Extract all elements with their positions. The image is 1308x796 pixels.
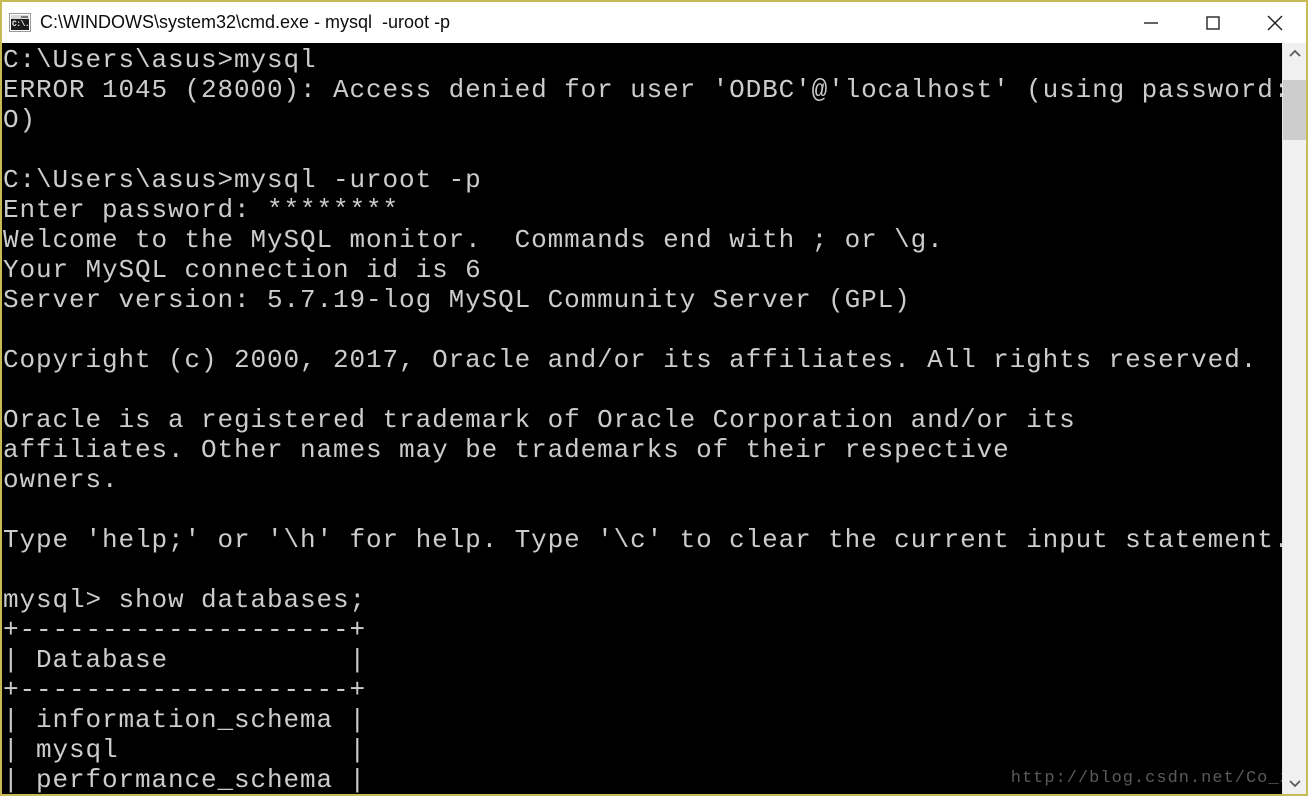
console-line: C:\Users\asus>mysql -uroot -p [3, 165, 482, 195]
close-icon [1267, 15, 1283, 30]
scroll-down-button[interactable] [1283, 772, 1306, 794]
console-line: +--------------------+ [3, 615, 367, 645]
console-line: mysql> show databases; [3, 585, 367, 615]
console-line: Copyright (c) 2000, 2017, Oracle and/or … [3, 345, 1258, 375]
maximize-button[interactable] [1182, 2, 1244, 43]
window-controls [1120, 2, 1306, 43]
console-line: Welcome to the MySQL monitor. Commands e… [3, 225, 944, 255]
console-line: Enter password: ******** [3, 195, 400, 225]
minimize-icon [1144, 21, 1158, 24]
console-line: | mysql | [3, 735, 367, 765]
console-line-list: C:\Users\asus>mysql ERROR 1045 (28000): A… [2, 43, 1282, 794]
cmd-window: C:\. C:\WINDOWS\system32\cmd.exe - mysql… [0, 0, 1308, 796]
console-line: | information_schema | [3, 705, 367, 735]
console-line: +--------------------+ [3, 675, 367, 705]
chevron-up-icon [1288, 49, 1301, 57]
console-line: | Database | [3, 645, 367, 675]
scrollbar-thumb[interactable] [1283, 80, 1306, 140]
window-titlebar[interactable]: C:\. C:\WINDOWS\system32\cmd.exe - mysql… [2, 2, 1306, 43]
icon-screen-glyph: C:\. [11, 19, 30, 30]
chevron-down-icon [1288, 780, 1301, 788]
maximize-icon [1206, 15, 1220, 30]
console-line: Type 'help;' or '\h' for help. Type '\c'… [3, 525, 1282, 555]
cmd-console-icon: C:\. [9, 13, 31, 32]
close-button[interactable] [1244, 2, 1306, 43]
console-line: O) [3, 105, 37, 135]
scroll-up-button[interactable] [1283, 43, 1306, 65]
watermark-url: http://blog.csdn.net/Co_zy [1010, 769, 1302, 788]
console-line: Oracle is a registered trademark of Orac… [3, 405, 1076, 435]
console-line: owners. [3, 465, 119, 495]
console-line: Your MySQL connection id is 6 [3, 255, 482, 285]
console-output-area[interactable]: C:\Users\asus>mysql ERROR 1045 (28000): A… [2, 43, 1282, 794]
scrollbar-track[interactable] [1283, 65, 1306, 772]
console-line: ERROR 1045 (28000): Access denied for us… [3, 75, 1282, 105]
console-line: affiliates. Other names may be trademark… [3, 435, 1010, 465]
console-line: C:\Users\asus>mysql [3, 45, 317, 75]
window-title: C:\WINDOWS\system32\cmd.exe - mysql -uro… [40, 12, 451, 32]
vertical-scrollbar[interactable] [1282, 43, 1306, 794]
console-line: Server version: 5.7.19-log MySQL Communi… [3, 285, 911, 315]
minimize-button[interactable] [1120, 2, 1182, 43]
